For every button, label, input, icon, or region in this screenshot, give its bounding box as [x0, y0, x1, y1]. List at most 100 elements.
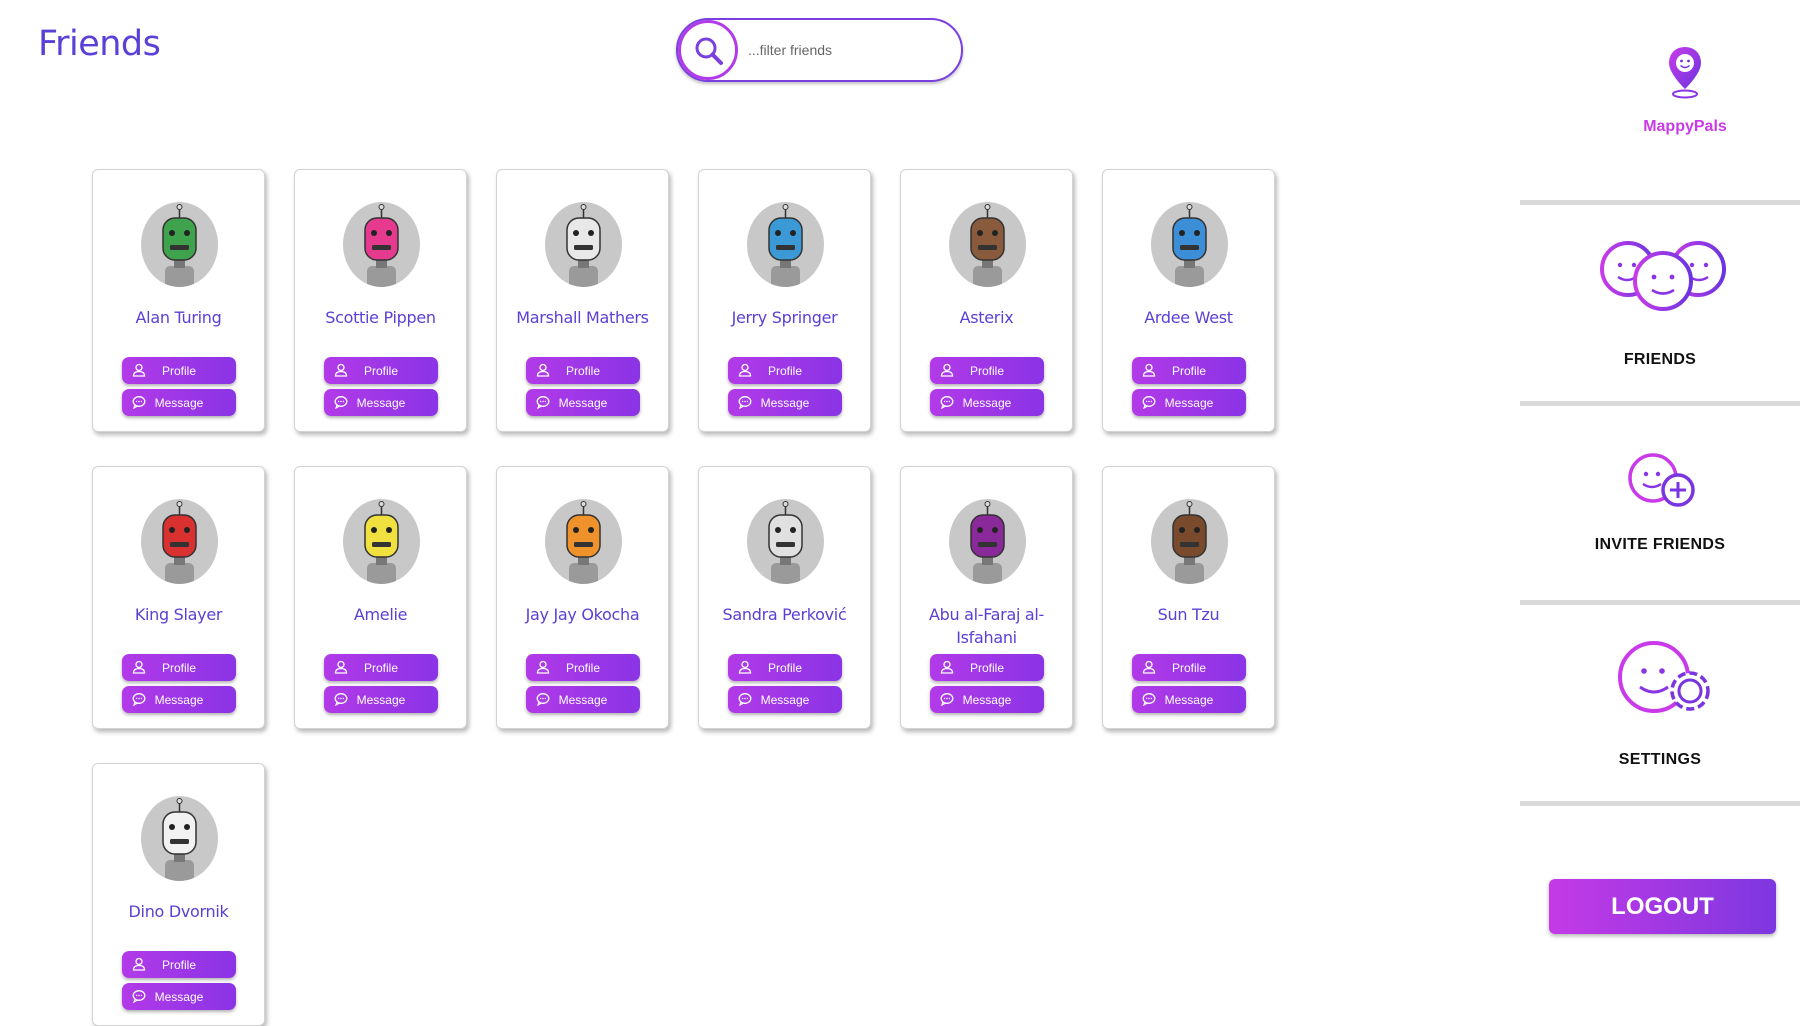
- friend-name: Abu al-Faraj al-Isfahani: [928, 605, 1045, 647]
- friend-name: Jay Jay Okocha: [525, 605, 640, 624]
- profile-button[interactable]: Profile: [324, 654, 438, 681]
- friend-card: Jay Jay Okocha Profile Message: [496, 466, 669, 729]
- user-icon: [1142, 363, 1156, 380]
- friend-card: Sandra Perković Profile Message: [698, 466, 871, 729]
- message-button[interactable]: Message: [1132, 686, 1246, 713]
- avatar[interactable]: [949, 499, 1026, 584]
- divider: [1520, 801, 1800, 806]
- message-button[interactable]: Message: [728, 389, 842, 416]
- message-button[interactable]: Message: [122, 686, 236, 713]
- message-button[interactable]: Message: [324, 389, 438, 416]
- nav-label-friends: FRIENDS: [1623, 351, 1697, 368]
- message-button[interactable]: Message: [526, 686, 640, 713]
- search-icon: [695, 37, 723, 65]
- message-button-label: Message: [760, 395, 810, 410]
- user-icon: [940, 363, 954, 380]
- map-pin-logo-icon: [1669, 47, 1701, 99]
- user-icon: [536, 660, 550, 677]
- friend-card: Alan Turing Profile Message: [92, 169, 265, 432]
- nav-item-settings[interactable]: SETTINGS: [1520, 605, 1800, 801]
- avatar[interactable]: [1151, 499, 1228, 584]
- profile-button-label: Profile: [161, 363, 196, 378]
- chat-icon: [334, 692, 348, 709]
- profile-button-label: Profile: [565, 660, 600, 675]
- profile-button-label: Profile: [161, 957, 196, 972]
- user-icon: [334, 363, 348, 380]
- friend-card: Sun Tzu Profile Message: [1102, 466, 1275, 729]
- avatar[interactable]: [545, 202, 622, 287]
- profile-button-label: Profile: [969, 660, 1004, 675]
- search-bar: [676, 18, 963, 82]
- logout-button[interactable]: LOGOUT: [1549, 879, 1776, 934]
- profile-button[interactable]: Profile: [1132, 357, 1246, 384]
- profile-button-label: Profile: [1171, 660, 1206, 675]
- nav-item-invite-friends[interactable]: INVITE FRIENDS: [1520, 406, 1800, 600]
- profile-button-label: Profile: [363, 660, 398, 675]
- profile-button[interactable]: Profile: [526, 357, 640, 384]
- avatar[interactable]: [949, 202, 1026, 287]
- chat-icon: [132, 989, 146, 1006]
- search-input[interactable]: [748, 36, 948, 64]
- user-icon: [1142, 660, 1156, 677]
- profile-button[interactable]: Profile: [122, 357, 236, 384]
- message-button[interactable]: Message: [930, 686, 1044, 713]
- profile-button[interactable]: Profile: [930, 357, 1044, 384]
- avatar[interactable]: [343, 499, 420, 584]
- chat-icon: [536, 692, 550, 709]
- profile-button[interactable]: Profile: [526, 654, 640, 681]
- friend-card: Marshall Mathers Profile Message: [496, 169, 669, 432]
- avatar[interactable]: [343, 202, 420, 287]
- profile-button[interactable]: Profile: [122, 951, 236, 978]
- profile-button[interactable]: Profile: [728, 654, 842, 681]
- message-button-label: Message: [558, 692, 608, 707]
- brand-name: MappyPals: [1643, 118, 1727, 135]
- profile-button[interactable]: Profile: [324, 357, 438, 384]
- message-button[interactable]: Message: [930, 389, 1044, 416]
- invite-friends-icon: [1628, 453, 1695, 507]
- sidebar: MappyPals FRIENDS INVITE FRIENDS SETTING…: [1520, 0, 1800, 1000]
- profile-button[interactable]: Profile: [930, 654, 1044, 681]
- user-icon: [940, 660, 954, 677]
- user-icon: [536, 363, 550, 380]
- profile-button-label: Profile: [969, 363, 1004, 378]
- chat-icon: [536, 395, 550, 412]
- message-button-label: Message: [154, 395, 204, 410]
- avatar[interactable]: [141, 499, 218, 584]
- friend-name: Alan Turing: [135, 308, 222, 327]
- nav-label-settings: SETTINGS: [1618, 751, 1702, 768]
- avatar[interactable]: [545, 499, 622, 584]
- friend-name: Asterix: [959, 308, 1014, 327]
- avatar[interactable]: [747, 499, 824, 584]
- profile-button-label: Profile: [767, 363, 802, 378]
- avatar[interactable]: [141, 796, 218, 881]
- avatar[interactable]: [1151, 202, 1228, 287]
- user-icon: [132, 660, 146, 677]
- message-button[interactable]: Message: [122, 983, 236, 1010]
- message-button[interactable]: Message: [728, 686, 842, 713]
- nav-label-invite-friends: INVITE FRIENDS: [1594, 536, 1726, 553]
- message-button-label: Message: [962, 395, 1012, 410]
- chat-icon: [1142, 395, 1156, 412]
- nav-item-friends[interactable]: FRIENDS: [1520, 205, 1800, 401]
- profile-button[interactable]: Profile: [728, 357, 842, 384]
- friend-name: Sun Tzu: [1157, 605, 1220, 624]
- message-button[interactable]: Message: [526, 389, 640, 416]
- profile-button[interactable]: Profile: [122, 654, 236, 681]
- message-button[interactable]: Message: [122, 389, 236, 416]
- profile-button-label: Profile: [363, 363, 398, 378]
- profile-button-label: Profile: [767, 660, 802, 675]
- friend-name: Marshall Mathers: [516, 308, 649, 327]
- message-button[interactable]: Message: [324, 686, 438, 713]
- avatar[interactable]: [141, 202, 218, 287]
- friend-name: King Slayer: [134, 605, 223, 624]
- profile-button-label: Profile: [565, 363, 600, 378]
- chat-icon: [738, 692, 752, 709]
- message-button-label: Message: [356, 395, 406, 410]
- avatar[interactable]: [747, 202, 824, 287]
- message-button[interactable]: Message: [1132, 389, 1246, 416]
- message-button-label: Message: [154, 692, 204, 707]
- message-button-label: Message: [1164, 395, 1214, 410]
- friend-name: Amelie: [353, 605, 408, 624]
- search-button[interactable]: [678, 20, 738, 80]
- profile-button[interactable]: Profile: [1132, 654, 1246, 681]
